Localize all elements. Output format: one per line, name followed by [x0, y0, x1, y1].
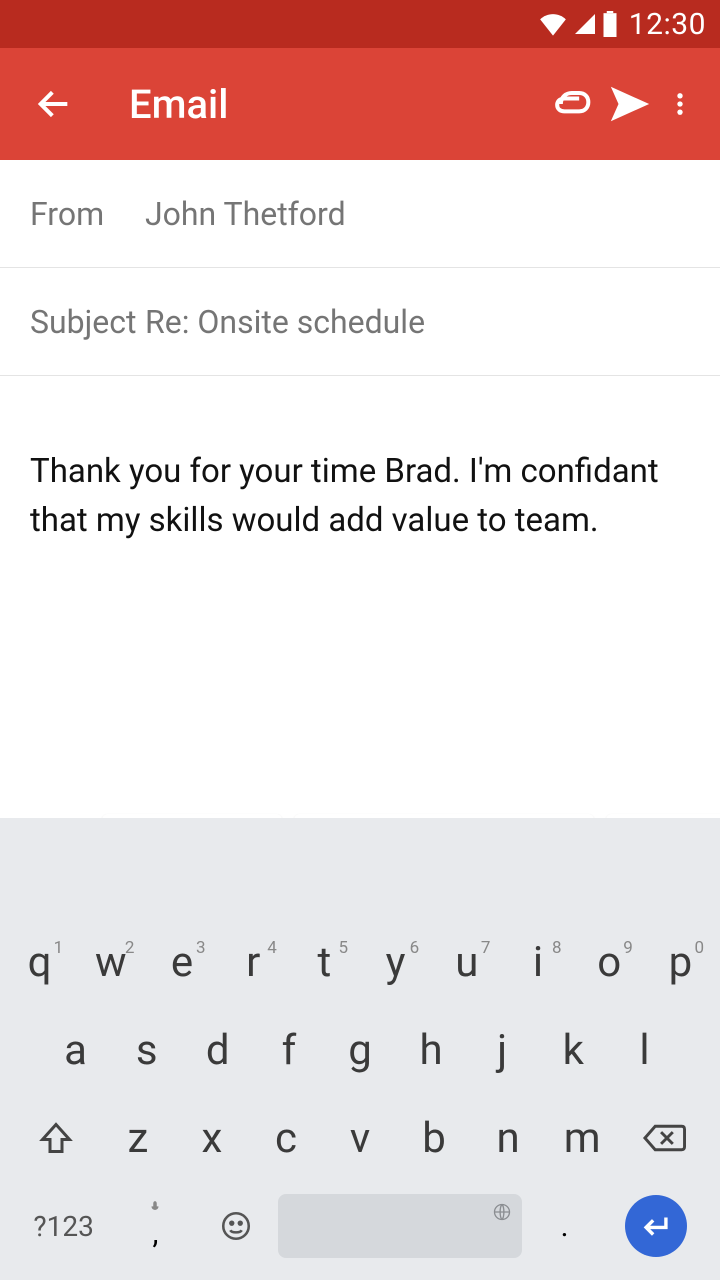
key-s[interactable]: s	[111, 1026, 182, 1075]
battery-icon	[603, 11, 617, 37]
app-toolbar: Email	[0, 48, 720, 160]
from-label: From	[30, 195, 145, 233]
soft-keyboard: q1w2e3r4t5y6u7i8o9p0 asdfghjkl zxcvbnm ?…	[0, 818, 720, 1280]
symbols-key[interactable]: ?123	[14, 1210, 113, 1243]
backspace-key[interactable]	[619, 1120, 708, 1156]
key-i[interactable]: i8	[502, 938, 573, 987]
send-button[interactable]	[600, 81, 660, 127]
key-a[interactable]: a	[40, 1026, 111, 1075]
key-v[interactable]: v	[323, 1114, 397, 1163]
key-e[interactable]: e3	[146, 938, 217, 987]
key-g[interactable]: g	[324, 1026, 395, 1075]
back-button[interactable]	[24, 84, 84, 124]
key-k[interactable]: k	[538, 1026, 609, 1075]
key-z[interactable]: z	[101, 1114, 175, 1163]
toolbar-title: Email	[129, 81, 540, 128]
key-m[interactable]: m	[545, 1114, 619, 1163]
key-r[interactable]: r4	[218, 938, 289, 987]
subject-row[interactable]: Subject Re: Onsite schedule	[0, 268, 720, 376]
key-f[interactable]: f	[253, 1026, 324, 1075]
key-d[interactable]: d	[182, 1026, 253, 1075]
key-q[interactable]: q1	[4, 938, 75, 987]
period-key[interactable]: .	[526, 1209, 602, 1244]
space-key[interactable]	[278, 1194, 522, 1258]
from-row[interactable]: From John Thetford	[0, 160, 720, 268]
wifi-icon	[539, 12, 567, 36]
key-l[interactable]: l	[609, 1026, 680, 1075]
key-o[interactable]: o9	[574, 938, 645, 987]
overflow-menu-button[interactable]	[660, 84, 700, 124]
key-w[interactable]: w2	[75, 938, 146, 987]
comma-key[interactable]: ,	[117, 1202, 193, 1251]
key-y[interactable]: y6	[360, 938, 431, 987]
key-h[interactable]: h	[396, 1026, 467, 1075]
attach-button[interactable]	[540, 82, 600, 126]
key-t[interactable]: t5	[289, 938, 360, 987]
status-bar: 12:30	[0, 0, 720, 48]
key-b[interactable]: b	[397, 1114, 471, 1163]
key-j[interactable]: j	[467, 1026, 538, 1075]
subject-value: Re: Onsite schedule	[145, 303, 425, 341]
from-value: John Thetford	[145, 195, 346, 233]
status-time: 12:30	[629, 7, 706, 42]
email-body[interactable]: Thank you for your time Brad. I'm confid…	[0, 376, 720, 546]
key-u[interactable]: u7	[431, 938, 502, 987]
signal-icon	[573, 12, 597, 36]
emoji-key[interactable]	[198, 1209, 274, 1243]
key-n[interactable]: n	[471, 1114, 545, 1163]
shift-key[interactable]	[12, 1120, 101, 1156]
enter-key[interactable]	[607, 1195, 706, 1257]
key-c[interactable]: c	[249, 1114, 323, 1163]
key-x[interactable]: x	[175, 1114, 249, 1163]
subject-label: Subject	[30, 303, 145, 341]
mic-icon	[148, 1200, 162, 1218]
globe-icon	[492, 1202, 512, 1227]
key-p[interactable]: p0	[645, 938, 716, 987]
